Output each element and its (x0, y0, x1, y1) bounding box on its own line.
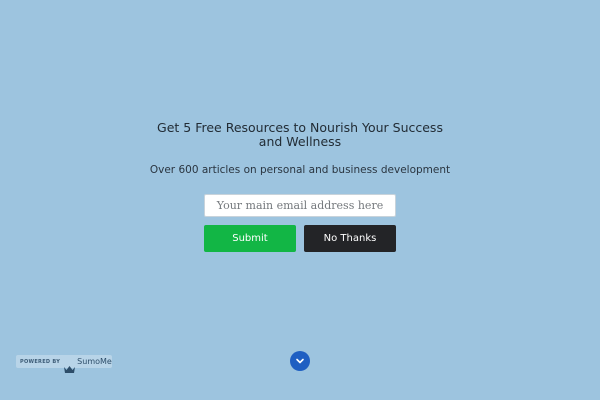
email-input[interactable] (204, 194, 396, 217)
button-row: Submit No Thanks (204, 225, 396, 252)
no-thanks-button[interactable]: No Thanks (304, 225, 396, 252)
chevron-down-icon (296, 358, 304, 364)
submit-button[interactable]: Submit (204, 225, 296, 252)
brand-name: SumoMe (77, 357, 112, 366)
powered-by-sumome-badge[interactable]: POWERED BY SumoMe (16, 355, 112, 373)
powered-by-label: POWERED BY (20, 358, 61, 365)
scroll-down-button[interactable] (290, 351, 310, 371)
optin-modal: Get 5 Free Resources to Nourish Your Suc… (0, 121, 600, 252)
modal-headline: Get 5 Free Resources to Nourish Your Suc… (157, 120, 443, 149)
modal-subheadline: Over 600 articles on personal and busine… (149, 164, 451, 176)
crown-icon (64, 358, 76, 373)
